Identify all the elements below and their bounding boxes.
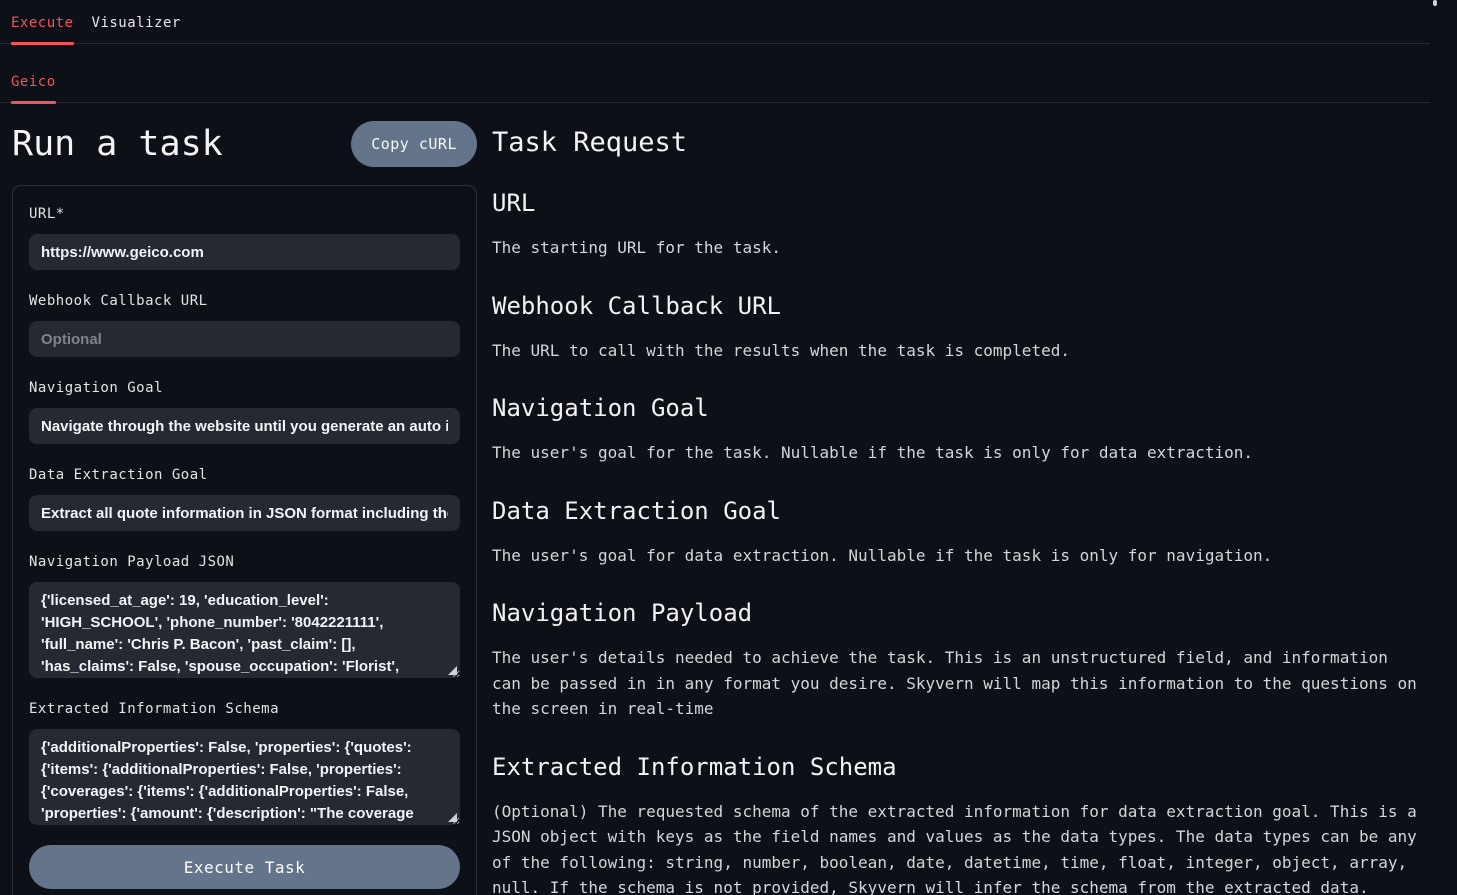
doc-heading: URL bbox=[492, 189, 1425, 217]
doc-heading: Navigation Goal bbox=[492, 394, 1425, 422]
main-layout: Execute Visualizer Geico Run a task Copy… bbox=[0, 0, 1430, 895]
webhook-label: Webhook Callback URL bbox=[29, 293, 460, 309]
url-label: URL* bbox=[29, 206, 460, 222]
field-data-extraction-goal: Data Extraction Goal bbox=[29, 467, 460, 531]
copy-curl-button[interactable]: Copy cURL bbox=[351, 121, 477, 167]
navigation-goal-label: Navigation Goal bbox=[29, 380, 460, 396]
top-tab-bar: Execute Visualizer bbox=[0, 0, 1430, 44]
navigation-payload-label: Navigation Payload JSON bbox=[29, 554, 460, 570]
field-url: URL* bbox=[29, 206, 460, 270]
field-navigation-goal: Navigation Goal bbox=[29, 380, 460, 444]
extracted-schema-label: Extracted Information Schema bbox=[29, 701, 460, 717]
webhook-input[interactable] bbox=[29, 321, 460, 357]
doc-section-data-extraction-goal: Data Extraction Goal The user's goal for… bbox=[492, 497, 1425, 569]
sub-tab-bar: Geico bbox=[0, 44, 1430, 103]
execute-task-button[interactable]: Execute Task bbox=[29, 845, 460, 889]
page-title: Run a task bbox=[12, 124, 223, 164]
doc-body: The URL to call with the results when th… bbox=[492, 338, 1425, 364]
doc-body: The user's goal for the task. Nullable i… bbox=[492, 440, 1425, 466]
url-input[interactable] bbox=[29, 234, 460, 270]
doc-section-navigation-payload: Navigation Payload The user's details ne… bbox=[492, 599, 1425, 722]
doc-heading: Data Extraction Goal bbox=[492, 497, 1425, 525]
page-scrollbar-thumb[interactable] bbox=[1433, 0, 1437, 6]
doc-body: The starting URL for the task. bbox=[492, 235, 1425, 261]
tab-geico[interactable]: Geico bbox=[11, 74, 56, 102]
doc-heading: Navigation Payload bbox=[492, 599, 1425, 627]
task-form-card: URL* Webhook Callback URL Navigation Goa… bbox=[12, 185, 477, 895]
doc-body: (Optional) The requested schema of the e… bbox=[492, 799, 1425, 895]
doc-section-url: URL The starting URL for the task. bbox=[492, 189, 1425, 261]
form-header: Run a task Copy cURL bbox=[12, 121, 477, 167]
navigation-payload-textarea[interactable]: {'licensed_at_age': 19, 'education_level… bbox=[29, 582, 460, 678]
data-extraction-goal-input[interactable] bbox=[29, 495, 460, 531]
doc-body: The user's details needed to achieve the… bbox=[492, 645, 1425, 722]
content-area: Run a task Copy cURL URL* Webhook Callba… bbox=[0, 115, 1430, 895]
extracted-schema-textarea[interactable]: {'additionalProperties': False, 'propert… bbox=[29, 729, 460, 825]
field-navigation-payload: Navigation Payload JSON {'licensed_at_ag… bbox=[29, 554, 460, 678]
field-webhook: Webhook Callback URL bbox=[29, 293, 460, 357]
doc-body: The user's goal for data extraction. Nul… bbox=[492, 543, 1425, 569]
data-extraction-goal-label: Data Extraction Goal bbox=[29, 467, 460, 483]
doc-section-navigation-goal: Navigation Goal The user's goal for the … bbox=[492, 394, 1425, 466]
navigation-goal-input[interactable] bbox=[29, 408, 460, 444]
tab-visualizer[interactable]: Visualizer bbox=[92, 15, 181, 43]
tab-execute[interactable]: Execute bbox=[11, 15, 74, 43]
doc-section-webhook: Webhook Callback URL The URL to call wit… bbox=[492, 292, 1425, 364]
doc-section-extracted-schema: Extracted Information Schema (Optional) … bbox=[492, 753, 1425, 895]
docs-panel: Task Request URL The starting URL for th… bbox=[477, 115, 1430, 895]
field-extracted-schema: Extracted Information Schema {'additiona… bbox=[29, 701, 460, 825]
doc-heading: Extracted Information Schema bbox=[492, 753, 1425, 781]
docs-title: Task Request bbox=[492, 127, 1425, 158]
task-form-column: Run a task Copy cURL URL* Webhook Callba… bbox=[12, 115, 477, 895]
doc-heading: Webhook Callback URL bbox=[492, 292, 1425, 320]
